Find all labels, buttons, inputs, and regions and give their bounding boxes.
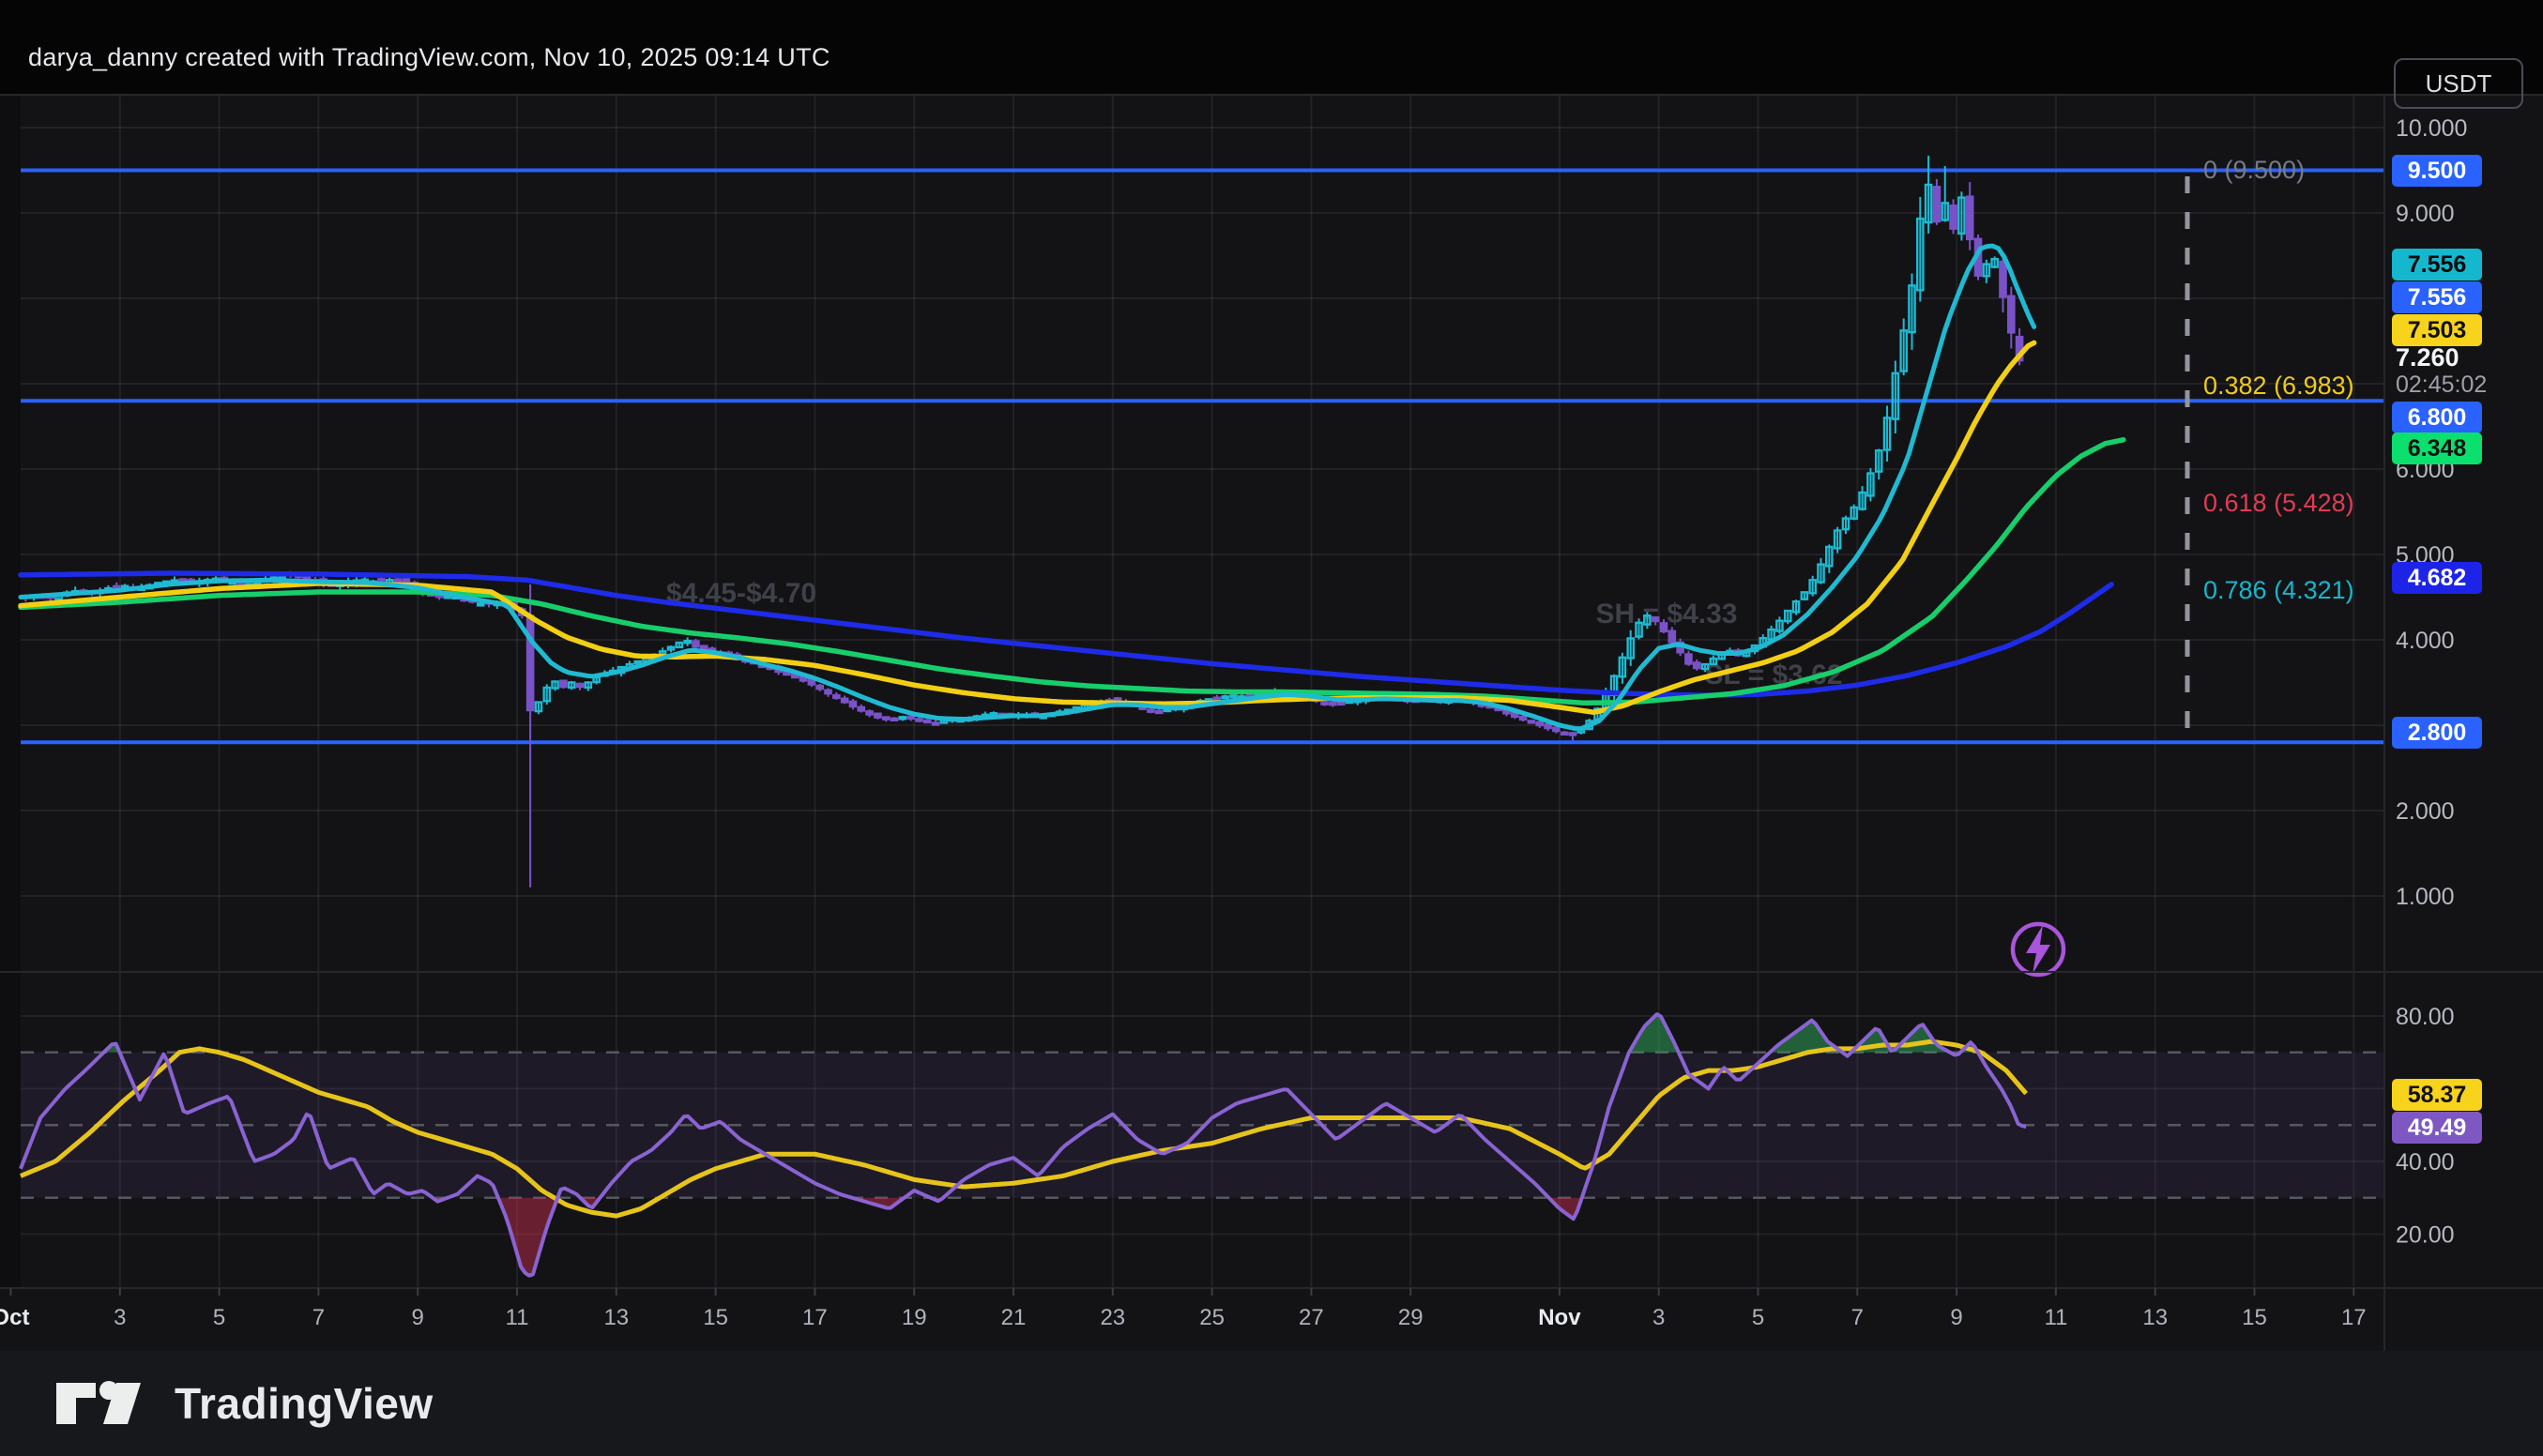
time-axis-label: 15 <box>2242 1305 2267 1330</box>
footer-bar: TradingView <box>0 1351 2543 1456</box>
attribution-text: darya_danny created with TradingView.com… <box>28 43 830 72</box>
time-axis-label: Oct <box>0 1305 29 1330</box>
time-axis-label: 23 <box>1100 1305 1125 1330</box>
tradingview-wordmark[interactable]: TradingView <box>175 1378 434 1429</box>
time-axis-label: 3 <box>114 1305 126 1330</box>
left-margin <box>0 94 21 1288</box>
time-axis-label: 9 <box>1950 1305 1962 1330</box>
price-tick-label: 1.000 <box>2396 884 2455 910</box>
time-axis-label: 27 <box>1299 1305 1324 1330</box>
time-axis-label: 17 <box>802 1305 828 1330</box>
price-badge: 7.556 <box>2392 281 2482 313</box>
time-axis-label: 29 <box>1398 1305 1424 1330</box>
price-badge: 7.503 <box>2392 314 2482 346</box>
fib-level-label[interactable]: 0 (9.500) <box>2203 156 2305 184</box>
time-axis-label: 5 <box>213 1305 225 1330</box>
time-axis-label: Nov <box>1538 1305 1581 1330</box>
time-axis-label: 5 <box>1752 1305 1764 1330</box>
rsi-badge: 58.37 <box>2392 1079 2482 1111</box>
price-badge: 6.348 <box>2392 432 2482 464</box>
time-axis-label: 25 <box>1199 1305 1225 1330</box>
current-price-label: 7.260 <box>2396 343 2459 372</box>
tradingview-logo-icon[interactable] <box>56 1379 150 1428</box>
time-axis-label: 9 <box>412 1305 424 1330</box>
fib-level-label[interactable]: 0.786 (4.321) <box>2203 576 2354 604</box>
fib-level-label[interactable]: 0.382 (6.983) <box>2203 372 2354 400</box>
rsi-tick-label: 40.00 <box>2396 1149 2455 1175</box>
time-axis-label: 15 <box>703 1305 728 1330</box>
time-axis-label: 7 <box>1851 1305 1864 1330</box>
chart-canvas[interactable]: $4.45-$4.70SH = $4.33SL = $3.6210.0009.0… <box>0 0 2543 1456</box>
time-axis-label: 13 <box>603 1305 629 1330</box>
time-axis-label: 11 <box>2044 1305 2067 1330</box>
time-axis-label: 17 <box>2341 1305 2367 1330</box>
fib-level-label[interactable]: 0.618 (5.428) <box>2203 489 2354 517</box>
time-axis-label: 11 <box>506 1305 529 1330</box>
rsi-badge: 49.49 <box>2392 1112 2482 1144</box>
price-tick-label: 2.000 <box>2396 798 2455 825</box>
price-tick-label: 10.000 <box>2396 115 2467 142</box>
rsi-tick-label: 80.00 <box>2396 1004 2455 1030</box>
price-badge: 9.500 <box>2392 155 2482 187</box>
time-axis-label: 13 <box>2142 1305 2168 1330</box>
time-axis-label: 3 <box>1652 1305 1665 1330</box>
rsi-tick-label: 20.00 <box>2396 1222 2455 1249</box>
time-axis-label: 19 <box>902 1305 927 1330</box>
price-badge: 7.556 <box>2392 249 2482 281</box>
price-badge: 2.800 <box>2392 717 2482 749</box>
time-axis-label: 21 <box>1001 1305 1027 1330</box>
currency-toggle-button[interactable]: USDT <box>2394 58 2523 109</box>
price-badge: 4.682 <box>2392 562 2482 594</box>
price-tick-label: 9.000 <box>2396 201 2455 227</box>
price-badge: 6.800 <box>2392 402 2482 433</box>
top-attribution-bar: darya_danny created with TradingView.com… <box>0 0 2543 94</box>
price-tick-label: 4.000 <box>2396 628 2455 654</box>
time-axis-label: 7 <box>312 1305 325 1330</box>
candle-countdown: 02:45:02 <box>2396 372 2487 399</box>
